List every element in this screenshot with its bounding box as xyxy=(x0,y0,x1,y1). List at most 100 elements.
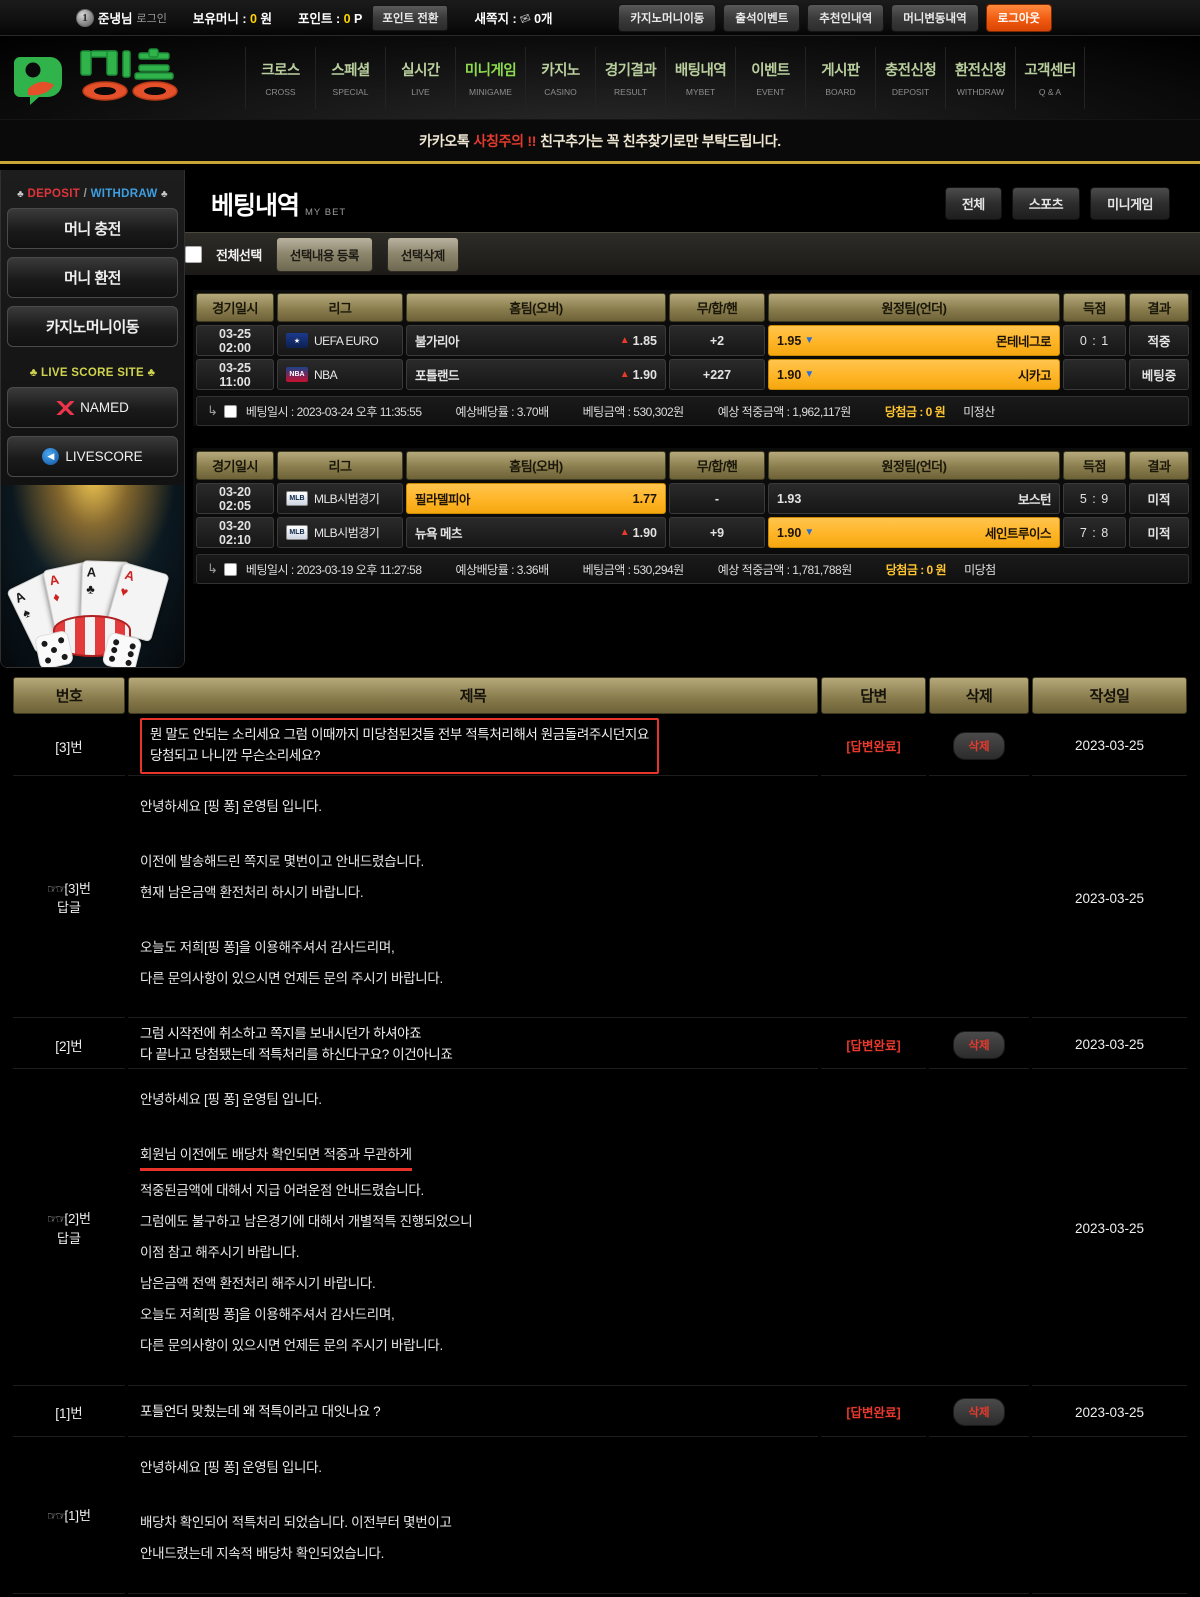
qna-post-row[interactable]: [3]번 뭔 말도 안되는 소리세요 그럼 이때까지 미당첨된것들 전부 적특처… xyxy=(13,717,1187,776)
qna-reply-row: ☞☞[2]번 답글 안녕하세요 [핑 퐁] 운영팀 입니다. 회원님 이전에도 … xyxy=(13,1072,1187,1386)
filter-sports-button[interactable]: 스포츠 xyxy=(1011,187,1081,220)
reply-body: 안녕하세요 [핑 퐁] 운영팀 입니다. 이전에 발송해드린 쪽지로 몇번이고 … xyxy=(128,779,1029,1019)
reply-line: 적중된금액에 대해서 지급 어려운점 안내드렸습니다. xyxy=(140,1183,424,1199)
bet-away-pick[interactable]: 1.93 보스턴 xyxy=(768,483,1060,514)
bet-away-pick[interactable]: 1.90 ▼ 시카고 xyxy=(768,359,1060,390)
reply-number: [1]번 xyxy=(64,1508,91,1524)
new-note-count: 새쪽지 : ✉ 0개 xyxy=(474,8,552,28)
point-convert-button[interactable]: 포인트 전환 xyxy=(372,4,449,31)
away-team-name: 몬테네그로 xyxy=(995,335,1052,349)
sidebar-money-withdraw-button[interactable]: 머니 환전 xyxy=(7,257,178,298)
nav-item-withdraw[interactable]: 환전신청 WITHDRAW xyxy=(945,46,1015,109)
col-header-no: 번호 xyxy=(13,677,125,714)
sidebar-money-deposit-button[interactable]: 머니 충전 xyxy=(7,208,178,249)
bet-home-pick[interactable]: 뉴욕 메츠 ▲ 1.90 xyxy=(406,517,666,548)
nav-label-ko: 게시판 xyxy=(821,62,860,79)
nav-label-ko: 크로스 xyxy=(261,62,300,79)
nav-label-ko: 스페셜 xyxy=(331,62,370,79)
casino-promo-banner[interactable]: A ♠ A ♦ A ♣ A ♥ xyxy=(1,485,184,667)
named-label: NAMED xyxy=(80,400,129,415)
nav-item-qna[interactable]: 고객센터 Q & A xyxy=(1015,46,1085,109)
sidebar-named-link[interactable]: NAMED xyxy=(7,387,178,428)
delete-post-button[interactable]: 삭제 xyxy=(953,731,1005,760)
post-number: [2]번 xyxy=(13,1021,125,1070)
qna-reply-row: ☞☞[1]번 안녕하세요 [핑 퐁] 운영팀 입니다. 배당차 확인되어 적특처… xyxy=(13,1440,1187,1594)
bet-handicap[interactable]: - xyxy=(669,483,765,514)
filter-minigame-button[interactable]: 미니게임 xyxy=(1090,187,1170,220)
reply-sub-label: 답글 xyxy=(57,1230,81,1246)
bet-table-header-row: 경기일시 리그 홈팀(오버) 무/합/핸 원정팀(언더) 득점 결과 xyxy=(196,293,1189,322)
bet-handicap[interactable]: +9 xyxy=(669,517,765,548)
qna-post-row[interactable]: [1]번 포틀언더 맞췄는데 왜 적특이라고 대잇나요 ? [답변완료] 삭제 … xyxy=(13,1389,1187,1437)
logout-button[interactable]: 로그아웃 xyxy=(985,3,1052,32)
filter-all-button[interactable]: 전체 xyxy=(944,187,1002,220)
home-odds: 1.85 xyxy=(632,333,657,348)
bet-score: 0 : 1 xyxy=(1063,325,1126,356)
bet-toolbar-inner: 전체선택 선택내용 등록 선택삭제 xyxy=(185,236,459,272)
nav-item-board[interactable]: 게시판 BOARD xyxy=(805,46,875,109)
point-label: 포인트 : xyxy=(297,12,341,26)
nav-label-en: SPECIAL xyxy=(332,86,369,97)
site-logo[interactable] xyxy=(0,47,245,108)
sidebar-casino-money-transfer-button[interactable]: 카지노머니이동 xyxy=(7,306,178,347)
bet-score xyxy=(1063,359,1126,390)
bet-handicap[interactable]: +2 xyxy=(669,325,765,356)
post-title-cell[interactable]: 포틀언더 맞췄는데 왜 적특이라고 대잇나요 ? xyxy=(128,1389,818,1437)
casino-money-transfer-button[interactable]: 카지노머니이동 xyxy=(618,3,717,32)
col-header-answer: 답변 xyxy=(821,677,926,714)
delete-post-button[interactable]: 삭제 xyxy=(953,1398,1005,1427)
point-unit: P xyxy=(354,12,363,26)
nav-label-ko: 실시간 xyxy=(401,62,440,79)
delete-post-button[interactable]: 삭제 xyxy=(953,1030,1005,1059)
money-history-button[interactable]: 머니변동내역 xyxy=(891,3,979,32)
bet-home-pick[interactable]: 불가리아 ▲ 1.85 xyxy=(406,325,666,356)
slip-checkbox[interactable] xyxy=(223,404,237,418)
post-delete-cell: 삭제 xyxy=(929,717,1029,776)
select-all-label: 전체선택 xyxy=(216,247,262,263)
bet-date: 03-25 02:00 xyxy=(196,325,274,356)
reply-line: 남은금액 전액 환전처리 해주시기 바랍니다. xyxy=(140,1276,376,1292)
nav-item-cross[interactable]: 크로스 CROSS xyxy=(245,46,315,109)
nav-label-en: CASINO xyxy=(544,86,577,97)
reply-date: 2023-03-25 xyxy=(1032,1072,1187,1386)
slip-expected-payout: 예상 적중금액 : 1,781,788원 xyxy=(717,562,853,577)
odds-up-icon: ▲ xyxy=(619,369,630,380)
post-date: 2023-03-25 xyxy=(1032,1021,1187,1070)
sidebar-livescore-link[interactable]: ◀ LIVESCORE xyxy=(7,436,178,477)
slip-status: 미정산 xyxy=(963,404,995,419)
league-name: UEFA EURO xyxy=(314,333,379,348)
nav-item-deposit[interactable]: 충전신청 DEPOSIT xyxy=(875,46,945,109)
delete-selection-button[interactable]: 선택삭제 xyxy=(386,236,459,272)
nav-item-casino[interactable]: 카지노 CASINO xyxy=(525,46,595,109)
odds-down-icon: ▼ xyxy=(804,335,815,346)
nav-item-minigame[interactable]: 미니게임 MINIGAME xyxy=(455,46,525,109)
register-selection-button[interactable]: 선택내용 등록 xyxy=(275,236,373,272)
referrer-history-button[interactable]: 추천인내역 xyxy=(807,3,885,32)
post-title-cell[interactable]: 그럼 시작전에 취소하고 쪽지를 보내시던가 하셔야죠 다 끝나고 당첨됐는데 … xyxy=(128,1021,818,1070)
away-team-name: 세인트루이스 xyxy=(984,527,1052,541)
qna-post-row[interactable]: [2]번 그럼 시작전에 취소하고 쪽지를 보내시던가 하셔야죠 다 끝나고 당… xyxy=(13,1021,1187,1070)
nav-item-mybet[interactable]: 배팅내역 MYBET xyxy=(665,46,735,109)
nav-item-result[interactable]: 경기결과 RESULT xyxy=(595,46,665,109)
home-odds: 1.90 xyxy=(632,525,657,540)
bet-table: 경기일시 리그 홈팀(오버) 무/합/핸 원정팀(언더) 득점 결과 xyxy=(193,448,1192,551)
bet-home-pick[interactable]: 필라델피아 1.77 xyxy=(406,483,666,514)
nav-item-live[interactable]: 실시간 LIVE xyxy=(385,46,455,109)
bet-handicap[interactable]: +227 xyxy=(669,359,765,390)
nav-label-en: Q & A xyxy=(1038,86,1062,97)
home-team-name: 뉴욕 메츠 xyxy=(415,527,462,541)
bet-away-pick[interactable]: 1.95 ▼ 몬테네그로 xyxy=(768,325,1060,356)
select-all-checkbox[interactable] xyxy=(185,245,202,263)
post-title-cell[interactable]: 뭔 말도 안되는 소리세요 그럼 이때까지 미당첨된것들 전부 적특처리해서 원… xyxy=(128,717,818,776)
bet-toolbar: 전체선택 선택내용 등록 선택삭제 xyxy=(185,232,1200,276)
bet-away-pick[interactable]: 1.90 ▼ 세인트루이스 xyxy=(768,517,1060,548)
nav-label-en: MYBET xyxy=(685,86,716,97)
reply-line: 그럼에도 불구하고 남은경기에 대해서 개별적특 진행되었으니 xyxy=(140,1214,473,1230)
bet-home-pick[interactable]: 포틀랜드 ▲ 1.90 xyxy=(406,359,666,390)
nav-item-special[interactable]: 스페셜 SPECIAL xyxy=(315,46,385,109)
slip-checkbox[interactable] xyxy=(223,562,237,576)
slip-bet-amount: 베팅금액 : 530,294원 xyxy=(582,562,685,577)
nav-item-event[interactable]: 이벤트 EVENT xyxy=(735,46,805,109)
home-odds: 1.77 xyxy=(632,491,657,506)
attendance-event-button[interactable]: 출석이벤트 xyxy=(723,3,801,32)
